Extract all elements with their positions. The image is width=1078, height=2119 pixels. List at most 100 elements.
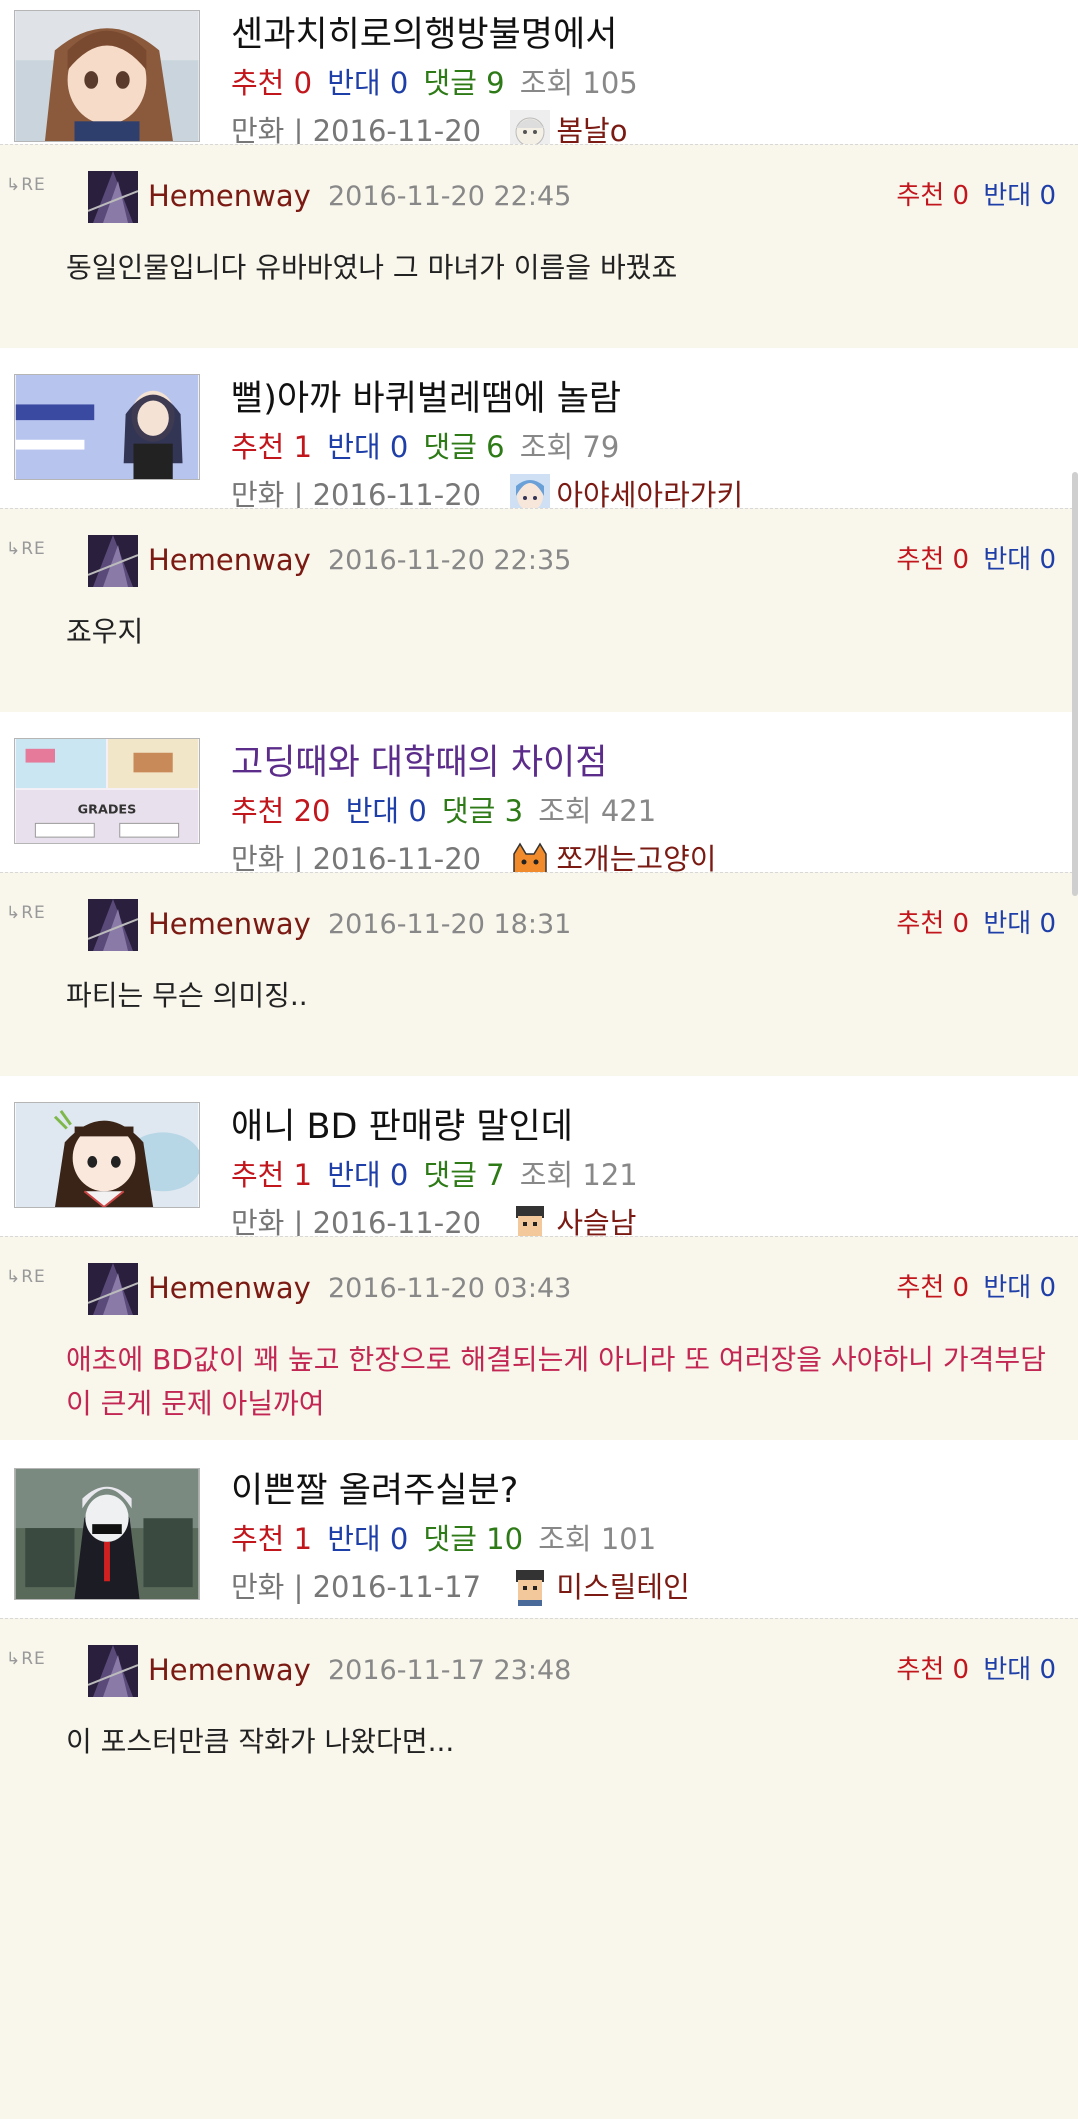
recommend-label: 추천: [231, 1158, 285, 1192]
oppose-label: 반대: [327, 430, 381, 464]
comment-count: 9: [486, 66, 505, 100]
view-count: 79: [582, 430, 620, 464]
recommend-label: 추천: [231, 430, 285, 464]
view-label: 조회: [538, 1522, 592, 1556]
oppose-label[interactable]: 반대: [983, 1655, 1031, 1685]
reply-item: ↳RE Hemenway 2016-11-20 18:31 추천 0 반대 0 …: [0, 872, 1078, 1076]
oppose-count: 0: [389, 430, 409, 464]
recommend-label[interactable]: 추천: [896, 545, 944, 575]
reply-arrow-icon: ↳RE: [6, 175, 46, 195]
reply-author[interactable]: Hemenway: [148, 907, 311, 941]
post-item[interactable]: 뻘)아까 바퀴벌레땜에 놀람 추천 1 반대 0 댓글 6 조회 79 만화 |…: [0, 348, 1078, 514]
post-title[interactable]: 고딩때와 대학때의 차이점: [231, 734, 607, 785]
post-stats: 추천 20 반대 0 댓글 3 조회 421: [231, 788, 656, 830]
post-item[interactable]: 센과치히로의행방불명에서 추천 0 반대 0 댓글 9 조회 105 만화 | …: [0, 0, 1078, 150]
comment-count: 10: [486, 1522, 524, 1556]
post-author[interactable]: 봄날o: [556, 114, 627, 148]
post-category: 만화: [231, 1206, 285, 1240]
view-count: 105: [582, 66, 638, 100]
post-author[interactable]: 아야세아라가키: [556, 478, 743, 512]
oppose-count: 0: [1039, 1655, 1056, 1685]
oppose-label: 반대: [327, 1158, 381, 1192]
post-thumbnail[interactable]: [14, 1468, 200, 1600]
re-label: RE: [21, 1267, 46, 1287]
comment-label: 댓글: [423, 430, 477, 464]
comment-count: 3: [504, 794, 524, 828]
post-category: 만화: [231, 1570, 285, 1604]
recommend-label[interactable]: 추천: [896, 181, 944, 211]
reply-author[interactable]: Hemenway: [148, 1653, 311, 1687]
recommend-label[interactable]: 추천: [896, 1273, 944, 1303]
reply-author[interactable]: Hemenway: [148, 543, 311, 577]
reply-votes: 추천 0 반대 0: [896, 903, 1056, 940]
re-label: RE: [21, 1649, 46, 1669]
recommend-label: 추천: [231, 1522, 285, 1556]
post-stats: 추천 1 반대 0 댓글 7 조회 121: [231, 1152, 638, 1194]
post-date: 2016-11-20: [312, 114, 482, 148]
recommend-count: 0: [952, 909, 970, 939]
post-title[interactable]: 애니 BD 판매량 말인데: [231, 1098, 573, 1149]
post-author[interactable]: 사슬남: [556, 1206, 636, 1240]
reply-avatar-icon: [88, 171, 138, 223]
recommend-count: 1: [293, 1158, 313, 1192]
reply-item: ↳RE Hemenway 2016-11-20 22:35 추천 0 반대 0 …: [0, 508, 1078, 712]
recommend-label[interactable]: 추천: [896, 1655, 944, 1685]
post-date: 2016-11-17: [312, 1570, 482, 1604]
reply-text: 애초에 BD값이 꽤 높고 한장으로 해결되는게 아니라 또 여러장을 사야하니…: [66, 1343, 1046, 1420]
re-label: RE: [21, 175, 46, 195]
post-title[interactable]: 이쁜짤 올려주실분?: [231, 1462, 518, 1513]
post-author[interactable]: 쪼개는고양이: [556, 842, 716, 876]
separator: |: [284, 1206, 313, 1240]
reply-text: 파티는 무슨 의미징..: [66, 979, 308, 1012]
reply-text: 이 포스터만큼 작화가 나왔다면...: [66, 1725, 455, 1758]
post-item[interactable]: 애니 BD 판매량 말인데 추천 1 반대 0 댓글 7 조회 121 만화 |…: [0, 1076, 1078, 1242]
reply-datetime: 2016-11-17 23:48: [328, 1655, 572, 1686]
reply-item: ↳RE Hemenway 2016-11-20 22:45 추천 0 반대 0 …: [0, 144, 1078, 348]
post-date: 2016-11-20: [312, 1206, 482, 1240]
reply-text: 죠우지: [66, 615, 144, 648]
view-count: 101: [600, 1522, 657, 1556]
oppose-count: 0: [389, 66, 409, 100]
recommend-count: 20: [293, 794, 331, 828]
reply-avatar-icon: [88, 1263, 138, 1315]
reply-author[interactable]: Hemenway: [148, 179, 311, 213]
post-thumbnail[interactable]: GRADES: [14, 738, 200, 844]
recommend-label[interactable]: 추천: [896, 909, 944, 939]
post-thumbnail[interactable]: [14, 10, 200, 142]
reply-arrow-icon: ↳RE: [6, 539, 46, 559]
recommend-label: 추천: [231, 794, 285, 828]
view-label: 조회: [519, 66, 574, 100]
recommend-label: 추천: [231, 66, 285, 100]
thumbnail-caption: GRADES: [78, 803, 137, 818]
oppose-label[interactable]: 반대: [983, 909, 1031, 939]
post-item[interactable]: 이쁜짤 올려주실분? 추천 1 반대 0 댓글 10 조회 101 만화 | 2…: [0, 1440, 1078, 1618]
reply-votes: 추천 0 반대 0: [896, 1267, 1056, 1304]
reply-votes: 추천 0 반대 0: [896, 539, 1056, 576]
separator: |: [284, 478, 313, 512]
post-author[interactable]: 미스릴테인: [556, 1570, 689, 1604]
post-title[interactable]: 뻘)아까 바퀴벌레땜에 놀람: [231, 370, 621, 421]
post-thumbnail[interactable]: [14, 374, 200, 480]
post-title[interactable]: 센과치히로의행방불명에서: [231, 6, 617, 57]
post-thumbnail[interactable]: [14, 1102, 200, 1208]
post-item[interactable]: GRADES 고딩때와 대학때의 차이점 추천 20 반대 0 댓글 3 조회 …: [0, 712, 1078, 878]
separator: |: [284, 1570, 313, 1604]
oppose-label[interactable]: 반대: [983, 545, 1031, 575]
oppose-label[interactable]: 반대: [983, 181, 1031, 211]
reply-datetime: 2016-11-20 22:45: [328, 181, 572, 212]
reply-arrow-icon: ↳RE: [6, 1649, 46, 1669]
separator: |: [284, 842, 313, 876]
recommend-count: 0: [952, 1655, 970, 1685]
reply-avatar-icon: [88, 1645, 138, 1697]
reply-votes: 추천 0 반대 0: [896, 1649, 1056, 1686]
oppose-count: 0: [1039, 545, 1056, 575]
view-count: 121: [582, 1158, 638, 1192]
scrollbar[interactable]: [1072, 472, 1078, 896]
oppose-label[interactable]: 반대: [983, 1273, 1031, 1303]
reply-item: ↳RE Hemenway 2016-11-17 23:48 추천 0 반대 0 …: [0, 1618, 1078, 2119]
post-category: 만화: [231, 842, 285, 876]
oppose-label: 반대: [327, 66, 381, 100]
reply-author[interactable]: Hemenway: [148, 1271, 311, 1305]
reply-text: 동일인물입니다 유바바였나 그 마녀가 이름을 바꿨죠: [66, 251, 678, 284]
oppose-count: 0: [408, 794, 427, 828]
